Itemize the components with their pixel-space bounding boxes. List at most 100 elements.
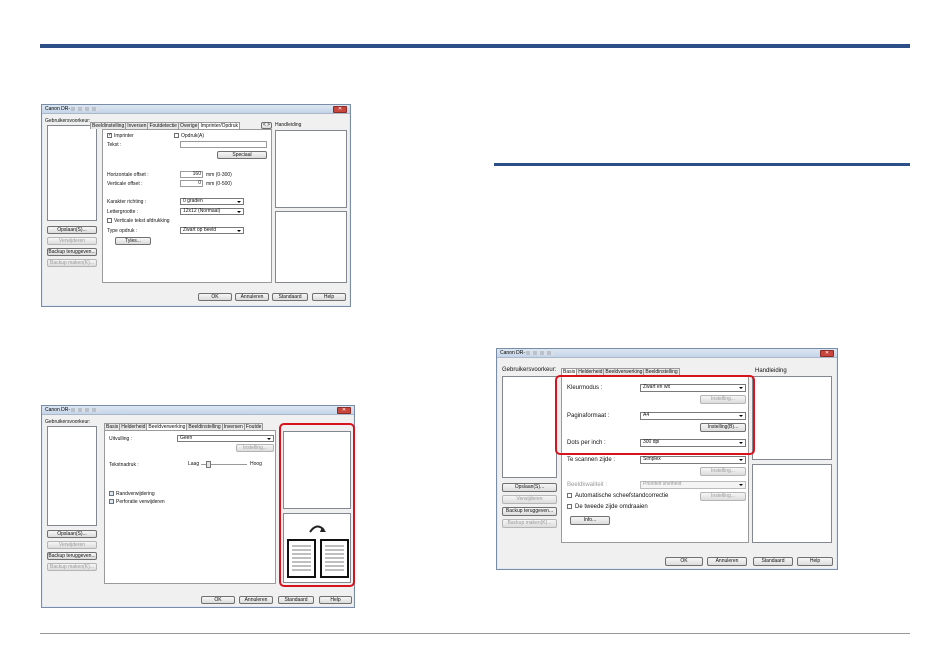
save-button[interactable]: Opslaan(S)... xyxy=(47,530,97,538)
delete-button[interactable]: Verwijderen xyxy=(47,541,97,549)
instelling-button[interactable]: Instelling... xyxy=(236,444,274,452)
ok-button[interactable]: OK xyxy=(198,293,232,301)
tab-beeldverwerking[interactable]: Beeldverwerking xyxy=(603,368,645,375)
save-button[interactable]: Opslaan(S)... xyxy=(502,483,557,492)
tab-strip: Basis Helderheid Beeldverwerking Beeldin… xyxy=(561,368,680,375)
restore-backup-button[interactable]: Backup teruggeven... xyxy=(47,248,97,256)
tab-beeldinstelling[interactable]: Beeldinstelling xyxy=(90,122,127,129)
cancel-button[interactable]: Annuleren xyxy=(707,557,747,566)
manual-pane xyxy=(752,376,832,460)
dialog-imprinter: Canon DR- ✕ Gebruikersvoorkeur: Opslaan(… xyxy=(41,104,351,307)
text-input[interactable] xyxy=(180,141,267,148)
tab-helderheid[interactable]: Helderheid xyxy=(119,423,148,430)
rotate-second-checkbox[interactable] xyxy=(567,504,572,509)
instelling3-button[interactable]: Instelling... xyxy=(700,492,746,501)
prefs-list[interactable] xyxy=(47,125,97,221)
save-button[interactable]: Opslaan(S)... xyxy=(47,226,97,234)
highlight-frame xyxy=(555,375,755,455)
help-button[interactable]: Help xyxy=(319,596,352,604)
default-button[interactable]: Standaard xyxy=(272,293,308,301)
dialog-basis: Canon DR- ✕ Gebruikersvoorkeur: Opslaan(… xyxy=(496,348,838,570)
instelling2-button[interactable]: Instelling... xyxy=(700,467,746,476)
perforatie-checkbox[interactable] xyxy=(109,499,114,504)
chevron-down-icon xyxy=(267,438,271,440)
styles-button[interactable]: Tyles... xyxy=(115,237,151,245)
prefs-list[interactable] xyxy=(502,376,557,478)
opdruk-checkbox[interactable] xyxy=(174,133,179,138)
footer-rule xyxy=(40,633,910,634)
tab-body: ✓ Imprinter Opdruk(A) Tekst : Speciaal H… xyxy=(102,129,272,283)
prefs-label: Gebruikersvoorkeur: xyxy=(502,367,557,373)
make-backup-button[interactable]: Backup maken(K)... xyxy=(47,563,97,571)
delete-button[interactable]: Verwijderen xyxy=(47,237,97,245)
title-bar: Canon DR- ✕ xyxy=(497,349,837,358)
tab-body: Uitvulling : Geen Instelling... Tekstnad… xyxy=(104,430,276,584)
make-backup-button[interactable]: Backup maken(K)... xyxy=(47,259,97,267)
title-bar: Canon DR- ✕ xyxy=(42,105,350,114)
section-rule xyxy=(494,163,910,166)
sharpness-slider-thumb[interactable] xyxy=(205,461,211,468)
preview-pane xyxy=(275,211,347,283)
close-button[interactable]: ✕ xyxy=(337,407,351,414)
chevron-down-icon xyxy=(739,459,743,461)
type-select[interactable]: Zwart op beeld xyxy=(180,227,244,234)
h-offset-unit: mm (0-300) xyxy=(206,172,232,178)
make-backup-button[interactable]: Backup maken(K)... xyxy=(502,519,557,528)
prefs-label: Gebruikersvoorkeur: xyxy=(45,419,91,425)
special-button[interactable]: Speciaal xyxy=(217,151,267,159)
default-button[interactable]: Standaard xyxy=(278,596,314,604)
help-button[interactable]: Help xyxy=(312,293,346,301)
tab-beeldverwerking[interactable]: Beeldverwerking xyxy=(146,423,188,430)
window-title: Canon DR- xyxy=(45,106,100,112)
tab-strip: Basis Helderheid Beeldverwerking Beeldin… xyxy=(104,423,264,430)
tab-inversen[interactable]: Inversen xyxy=(125,122,149,129)
ok-button[interactable]: OK xyxy=(201,596,235,604)
beeldkwaliteit-select[interactable]: Prioriteit snelheid xyxy=(640,481,746,489)
tab-beeldinstelling[interactable]: Beeldinstelling xyxy=(643,368,680,375)
vertical-print-checkbox[interactable] xyxy=(107,218,112,223)
imprinter-label: Imprinter xyxy=(114,133,134,139)
uitvulling-select[interactable]: Geen xyxy=(177,435,274,442)
close-button[interactable]: ✕ xyxy=(333,106,347,113)
ok-button[interactable]: OK xyxy=(665,557,703,566)
h-offset-input[interactable]: 160 xyxy=(180,171,203,178)
tab-imprinter[interactable]: Imprinter/Opdruk xyxy=(198,122,240,129)
delete-button[interactable]: Verwijderen xyxy=(502,495,557,504)
tab-foutdetectie[interactable]: Foutde xyxy=(243,423,264,430)
fontsize-select[interactable]: 12x12 (Normaal) xyxy=(180,208,244,215)
tab-foutdetectie[interactable]: Foutdetectie xyxy=(147,122,179,129)
restore-backup-button[interactable]: Backup teruggeven... xyxy=(502,507,557,516)
tab-strip: Beeldinstelling Inversen Foutdetectie Ov… xyxy=(90,122,240,129)
default-button[interactable]: Standaard xyxy=(753,557,793,566)
prefs-list[interactable] xyxy=(47,426,97,526)
tab-beeldinstelling[interactable]: Beeldinstelling xyxy=(186,423,223,430)
tab-basis[interactable]: Basis xyxy=(104,423,121,430)
prefs-label: Gebruikersvoorkeur: xyxy=(45,118,91,124)
manual-label: Handleiding xyxy=(755,368,787,374)
tab-basis[interactable]: Basis xyxy=(561,368,578,375)
auto-skew-checkbox[interactable] xyxy=(567,493,572,498)
restore-backup-button[interactable]: Backup teruggeven... xyxy=(47,552,97,560)
opdruk-label: Opdruk(A) xyxy=(181,133,205,139)
type-value: Zwart op beeld xyxy=(183,227,217,233)
fontsize-value: 12x12 (Normaal) xyxy=(183,208,221,214)
tab-scroll-buttons[interactable]: < > xyxy=(261,122,272,129)
auto-skew-label: Automatische scheefstandcorrectie xyxy=(575,493,669,499)
cancel-button[interactable]: Annuleren xyxy=(235,293,269,301)
char-dir-select[interactable]: 0 graden xyxy=(180,198,244,205)
scanzijde-select[interactable]: Simplex xyxy=(640,456,746,464)
title-bar: Canon DR- ✕ xyxy=(42,406,354,415)
manual-pane xyxy=(275,130,347,208)
randverwijdering-checkbox[interactable] xyxy=(109,491,114,496)
tab-inversen[interactable]: Inversen xyxy=(221,423,245,430)
char-dir-label: Karakter richting : xyxy=(107,199,147,205)
imprinter-checkbox[interactable]: ✓ xyxy=(107,133,112,138)
cancel-button[interactable]: Annuleren xyxy=(239,596,273,604)
tab-overige[interactable]: Overige xyxy=(177,122,200,129)
help-button[interactable]: Help xyxy=(797,557,833,566)
v-offset-input[interactable]: 0 xyxy=(180,180,203,187)
close-button[interactable]: ✕ xyxy=(820,350,834,357)
tab-helderheid[interactable]: Helderheid xyxy=(576,368,605,375)
info-button[interactable]: Info... xyxy=(570,516,610,525)
dialog-image-processing: Canon DR- ✕ Gebruikersvoorkeur: Opslaan(… xyxy=(41,405,355,608)
